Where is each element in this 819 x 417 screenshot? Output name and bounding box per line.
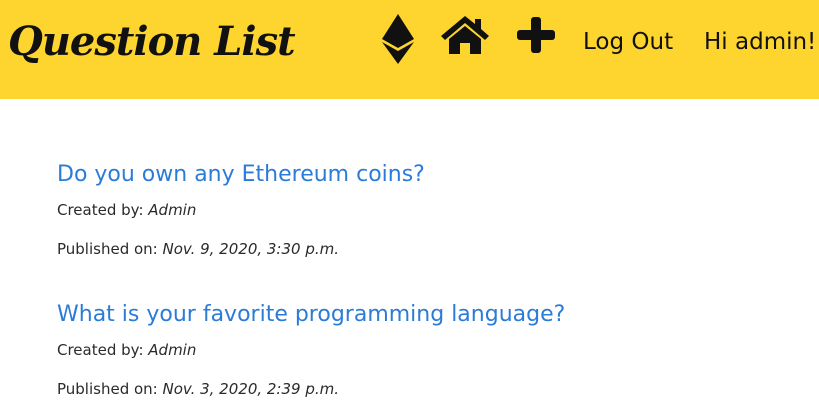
question-published-date: Nov. 3, 2020, 2:39 p.m. [162,380,340,398]
home-icon[interactable] [441,16,489,54]
created-by-label: Created by: [57,201,144,219]
question-author: Admin [148,201,197,219]
question-published-line: Published on: Nov. 3, 2020, 2:39 p.m. [57,379,565,399]
question-author-line: Created by: Admin [57,200,425,220]
created-by-label: Created by: [57,341,144,359]
question-item: What is your favorite programming langua… [57,300,565,399]
question-author: Admin [148,341,197,359]
published-on-label: Published on: [57,380,158,398]
plus-icon[interactable] [517,17,555,53]
published-on-label: Published on: [57,240,158,258]
logout-link[interactable]: Log Out [583,26,673,58]
question-published-line: Published on: Nov. 9, 2020, 3:30 p.m. [57,239,425,259]
question-title-link[interactable]: What is your favorite programming langua… [57,300,565,330]
brand-title[interactable]: Question List [8,16,296,68]
question-title-link[interactable]: Do you own any Ethereum coins? [57,160,425,190]
question-author-line: Created by: Admin [57,340,565,360]
question-published-date: Nov. 9, 2020, 3:30 p.m. [162,240,340,258]
user-greeting: Hi admin! [704,29,817,55]
ethereum-icon[interactable] [382,14,414,64]
question-item: Do you own any Ethereum coins? Created b… [57,160,425,259]
header-bar: Question List Log Out Hi admin! [0,0,819,99]
